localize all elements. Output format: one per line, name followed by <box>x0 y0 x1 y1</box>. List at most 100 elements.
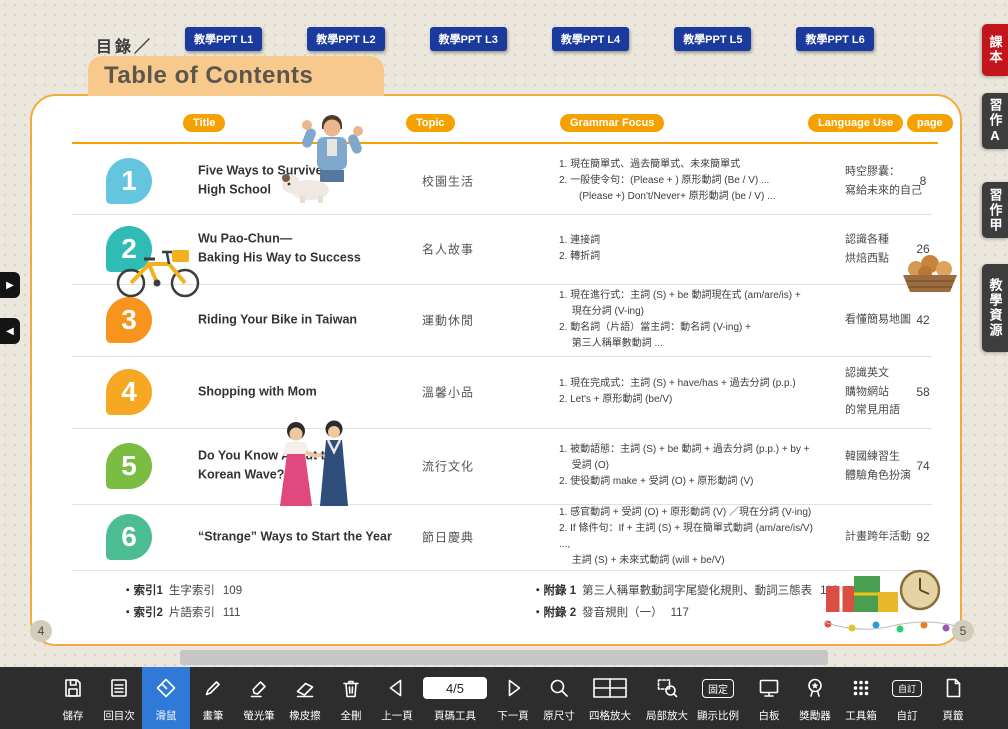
row-divider <box>72 570 932 571</box>
tool-pen[interactable]: 畫筆 <box>190 667 236 729</box>
next-page-icon <box>501 675 525 701</box>
reward-star-icon <box>803 675 827 701</box>
ppt-button-l3[interactable]: 教學PPT L3 <box>430 27 507 51</box>
index-note-1: ・索引1生字索引109 <box>122 580 242 602</box>
unit-grammar-focus: 1. 現在簡單式、過去簡單式、未來簡單式2. 一般使令句：(Please + )… <box>559 157 821 205</box>
appendix-notes: ・附錄 1第三人稱單數動詞字尾變化規則、動詞三態表112 ・附錄 2發音規則（一… <box>532 580 838 625</box>
horizontal-scrollbar[interactable] <box>180 650 828 665</box>
ppt-button-l2[interactable]: 教學PPT L2 <box>307 27 384 51</box>
toolbar: 儲存 回目次 滑鼠 畫筆 螢光筆 橡皮擦 全刪 上一頁 <box>0 667 1008 729</box>
mouse-icon <box>154 675 178 701</box>
unit-number-badge: 4 <box>106 369 152 415</box>
tool-partial-zoom[interactable]: 局部放大 <box>644 667 690 729</box>
ppt-button-l5[interactable]: 教學PPT L5 <box>674 27 751 51</box>
toolbox-grid-icon <box>849 675 873 701</box>
toc-row-unit5[interactable]: 5 Do You Know About theKorean Wave? 流行文化… <box>32 430 964 502</box>
page-title-tab: Table of Contents <box>88 56 384 96</box>
tool-next-page[interactable]: 下一頁 <box>490 667 536 729</box>
toc-row-unit1[interactable]: 1 Five Ways to SurviveHigh School 校園生活 1… <box>32 150 964 212</box>
unit-grammar-focus: 1. 連接詞2. 轉折詞 <box>559 233 821 265</box>
unit-topic: 名人故事 <box>422 241 506 258</box>
tool-mouse[interactable]: 滑鼠 <box>142 667 190 729</box>
column-header-topic: Topic <box>406 114 455 132</box>
side-tab-workbook-jia[interactable]: 習作甲 <box>982 182 1008 238</box>
unit-page-number: 92 <box>908 530 938 544</box>
unit-grammar-focus: 1. 感官動詞 + 受詞 (O) + 原形動詞 (V) ／現在分詞 (V-ing… <box>559 505 821 569</box>
tool-display-ratio[interactable]: 固定 顯示比例 <box>690 667 746 729</box>
unit-topic: 流行文化 <box>422 458 506 475</box>
ppt-button-l4[interactable]: 教學PPT L4 <box>552 27 629 51</box>
unit-page-number: 58 <box>908 385 938 399</box>
header-rule <box>72 142 938 144</box>
photo-bread-basket <box>898 248 962 301</box>
page-number-right: 5 <box>952 620 974 642</box>
side-tab-workbook-a[interactable]: 習作A <box>982 93 1008 149</box>
ppt-button-l6[interactable]: 教學PPT L6 <box>796 27 873 51</box>
column-header-title: Title <box>183 114 225 132</box>
tool-page-tab[interactable]: 頁籤 <box>930 667 976 729</box>
page-back-arrow-left[interactable]: ◀ <box>0 318 20 344</box>
tool-whiteboard[interactable]: 白板 <box>746 667 792 729</box>
tool-highlighter[interactable]: 螢光筆 <box>236 667 282 729</box>
unit-number-badge: 6 <box>106 514 152 560</box>
tool-custom[interactable]: 自訂 自訂 <box>884 667 930 729</box>
column-header-language-use: Language Use <box>808 114 903 132</box>
photo-student-and-dog <box>270 112 392 209</box>
photo-bicycle <box>110 238 206 305</box>
unit-grammar-focus: 1. 現在完成式：主詞 (S) + have/has + 過去分詞 (p.p.)… <box>559 376 821 408</box>
ebook-reader-window: 教學PPT L1 教學PPT L2 教學PPT L3 教學PPT L4 教學PP… <box>0 0 1008 729</box>
tool-four-grid-zoom[interactable]: 四格放大 <box>582 667 638 729</box>
display-ratio-badge: 固定 <box>702 679 734 698</box>
side-tab-teaching-resources[interactable]: 教學資源 <box>982 264 1008 352</box>
row-divider <box>72 356 932 357</box>
page-title-en: Table of Contents <box>104 62 313 90</box>
tool-reward[interactable]: 獎勵器 <box>792 667 838 729</box>
unit-title: Shopping with Mom <box>198 382 370 401</box>
toc-icon <box>107 675 131 701</box>
unit-grammar-focus: 1. 現在進行式：主詞 (S) + be 動詞現在式 (am/are/is) +… <box>559 288 821 352</box>
unit-page-number: 74 <box>908 459 938 473</box>
row-divider <box>72 428 932 429</box>
prev-page-icon <box>385 675 409 701</box>
toc-row-unit4[interactable]: 4 Shopping with Mom 溫馨小品 1. 現在完成式：主詞 (S)… <box>32 358 964 426</box>
unit-number-badge: 1 <box>106 158 152 204</box>
unit-topic: 運動休閒 <box>422 312 506 329</box>
trash-icon <box>339 675 363 701</box>
page-title-zh: 目錄／ <box>96 33 153 57</box>
index-note-2: ・索引2片語索引111 <box>122 602 242 624</box>
highlighter-icon <box>247 675 271 701</box>
zoom-original-icon <box>547 675 571 701</box>
whiteboard-icon <box>757 675 781 701</box>
ppt-button-bar: 教學PPT L1 教學PPT L2 教學PPT L3 教學PPT L4 教學PP… <box>185 27 874 51</box>
pen-icon <box>201 675 225 701</box>
tool-delete-all[interactable]: 全刪 <box>328 667 374 729</box>
panel-expand-arrow[interactable]: ▶ <box>0 272 20 298</box>
unit-title: Wu Pao-Chun—Baking His Way to Success <box>198 230 370 269</box>
unit-page-number: 8 <box>908 174 938 188</box>
custom-box-icon: 自訂 <box>892 680 922 697</box>
index-notes: ・索引1生字索引109 ・索引2片語索引111 <box>122 580 242 625</box>
tool-prev-page[interactable]: 上一頁 <box>374 667 420 729</box>
tool-page-indicator[interactable]: 4/5 頁碼工具 <box>420 667 490 729</box>
unit-title: “Strange” Ways to Start the Year <box>198 527 398 546</box>
column-header-page: page <box>907 114 953 132</box>
appendix-note-2: ・附錄 2發音規則（一）117 <box>532 602 838 624</box>
ppt-button-l1[interactable]: 教學PPT L1 <box>185 27 262 51</box>
tool-toolbox[interactable]: 工具箱 <box>838 667 884 729</box>
page-indicator-input[interactable]: 4/5 <box>423 677 487 699</box>
eraser-icon <box>293 675 317 701</box>
tool-back-to-toc[interactable]: 回目次 <box>96 667 142 729</box>
photo-gifts-decoration <box>818 556 960 639</box>
photo-korean-couple <box>268 418 368 515</box>
tool-eraser[interactable]: 橡皮擦 <box>282 667 328 729</box>
save-icon <box>61 675 85 701</box>
page-number-left: 4 <box>30 620 52 642</box>
tool-save[interactable]: 儲存 <box>50 667 96 729</box>
bookmark-page-icon <box>941 675 965 701</box>
unit-topic: 節日慶典 <box>422 529 506 546</box>
partial-zoom-icon <box>655 675 679 701</box>
side-tab-textbook[interactable]: 課本 <box>982 24 1008 76</box>
unit-grammar-focus: 1. 被動語態：主詞 (S) + be 動詞 + 過去分詞 (p.p.) + b… <box>559 442 821 490</box>
row-divider <box>72 214 932 215</box>
tool-original-size[interactable]: 原尺寸 <box>536 667 582 729</box>
